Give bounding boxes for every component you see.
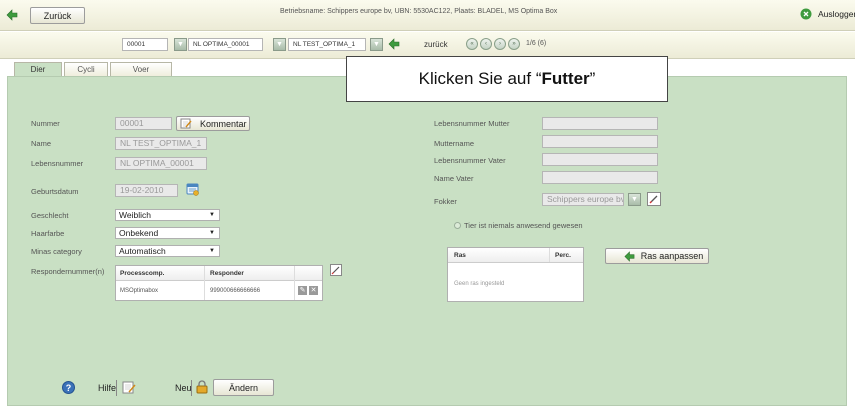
column-divider: [549, 248, 550, 262]
record-counter: 1/6 (6): [526, 40, 547, 47]
table-header-processcomp: Processcomp.: [120, 270, 165, 277]
logout-link[interactable]: Ausloggen: [818, 9, 855, 19]
name-select[interactable]: NL OPTIMA_00001: [188, 38, 263, 51]
chevron-down-icon: ▼: [209, 212, 215, 218]
haarfarbe-label: Haarfarbe: [31, 229, 65, 238]
chevron-down-icon: ▼: [209, 230, 215, 236]
edit-row-icon[interactable]: ✎: [298, 286, 307, 295]
column-divider: [294, 266, 295, 300]
instruction-callout: Klicken Sie auf “Futter”: [346, 56, 668, 102]
lebensnummer-label: Lebensnummer: [31, 159, 84, 168]
back-button-label: Zurück: [43, 10, 72, 21]
table-cell-processcomp: MSOptimabox: [120, 288, 159, 294]
lebensnummer-mutter-field[interactable]: [542, 117, 658, 130]
name-vater-label: Name Vater: [434, 174, 474, 183]
lebensnummer-vater-label: Lebensnummer Vater: [434, 156, 506, 165]
kommentar-notepad-icon: [180, 118, 192, 129]
company-info: Betriebsname: Schippers europe bv, UBN: …: [280, 8, 558, 15]
fokker-label: Fokker: [434, 197, 457, 206]
tab-voer[interactable]: Voer: [110, 62, 172, 76]
minas-category-dropdown[interactable]: Automatisch ▼: [115, 245, 220, 257]
nav-back-link[interactable]: zurück: [424, 40, 448, 49]
neu-button[interactable]: Neu: [175, 383, 192, 393]
table-cell-responder: 999000666666666: [210, 288, 261, 294]
chevron-down-icon: ▼: [209, 248, 215, 254]
name2-select-dropdown-icon[interactable]: ▼: [370, 38, 383, 51]
geschlecht-dropdown[interactable]: Weiblich ▼: [115, 209, 220, 221]
name-field[interactable]: NL TEST_OPTIMA_1: [115, 137, 207, 150]
geschlecht-value: Weiblich: [119, 210, 151, 220]
kommentar-label: Kommentar: [200, 118, 247, 129]
callout-prefix: Klicken Sie auf “: [418, 69, 542, 88]
svg-text:?: ?: [66, 383, 72, 393]
add-responder-icon[interactable]: [330, 264, 342, 276]
nav-back-arrow-icon[interactable]: [388, 38, 400, 50]
first-record-icon[interactable]: «: [466, 38, 478, 50]
button-divider: [116, 380, 117, 396]
fokker-dropdown-icon[interactable]: ▼: [628, 193, 641, 206]
edit-lock-icon[interactable]: [195, 380, 209, 394]
hilfe-button[interactable]: Hilfe: [98, 383, 116, 393]
back-arrow-icon[interactable]: [6, 9, 18, 21]
next-record-icon[interactable]: ›: [494, 38, 506, 50]
new-notepad-icon[interactable]: [122, 381, 136, 394]
back-button[interactable]: Zurück: [30, 7, 85, 24]
responder-table: Processcomp. Responder MSOptimabox 99900…: [115, 265, 323, 301]
geburtsdatum-label: Geburtsdatum: [31, 187, 79, 196]
table-header-responder: Responder: [210, 270, 244, 277]
name-select-dropdown-icon[interactable]: ▼: [273, 38, 286, 51]
minas-category-value: Automatisch: [119, 246, 166, 256]
haarfarbe-value: Onbekend: [119, 228, 159, 238]
andern-button[interactable]: Ändern: [213, 379, 274, 396]
lebensnummer-field[interactable]: NL OPTIMA_00001: [115, 157, 207, 170]
callout-bold: Futter: [541, 69, 590, 88]
name-vater-field[interactable]: [542, 171, 658, 184]
ras-empty-message: Geen ras ingesteld: [454, 281, 505, 287]
delete-row-icon[interactable]: ✕: [309, 286, 318, 295]
ras-aanpassen-button[interactable]: Ras aanpassen: [605, 248, 709, 264]
lebensnummer-mutter-label: Lebensnummer Mutter: [434, 119, 510, 128]
nie-anwesend-checkbox[interactable]: [454, 222, 461, 229]
fokker-edit-icon[interactable]: [647, 192, 661, 206]
top-bar: [0, 0, 855, 31]
callout-suffix: ”: [589, 69, 596, 88]
minas-category-label: Minas category: [31, 247, 82, 256]
nummer-field[interactable]: 00001: [115, 117, 172, 130]
haarfarbe-dropdown[interactable]: Onbekend ▼: [115, 227, 220, 239]
ras-aanpassen-label: Ras aanpassen: [640, 251, 704, 261]
nummer-label: Nummer: [31, 119, 60, 128]
button-divider: [191, 380, 192, 396]
muttername-label: Muttername: [434, 139, 475, 148]
lebensnummer-vater-field[interactable]: [542, 153, 658, 166]
logout-icon[interactable]: [800, 8, 812, 20]
number-select-dropdown-icon[interactable]: ▼: [174, 38, 187, 51]
previous-record-icon[interactable]: ‹: [480, 38, 492, 50]
name-label: Name: [31, 139, 52, 148]
tab-cycli[interactable]: Cycli: [64, 62, 108, 76]
table-header-perc: Perc.: [555, 252, 571, 259]
table-header-ras: Ras: [454, 252, 466, 259]
calendar-icon[interactable]: [186, 182, 200, 196]
name2-select[interactable]: NL TEST_OPTIMA_1: [288, 38, 366, 51]
fokker-field[interactable]: Schippers europe bv: [542, 193, 624, 206]
last-record-icon[interactable]: »: [508, 38, 520, 50]
kommentar-button[interactable]: Kommentar: [176, 116, 250, 131]
muttername-field[interactable]: [542, 135, 658, 148]
andern-label: Ändern: [228, 382, 259, 393]
ras-arrow-icon: [624, 251, 635, 262]
nie-anwesend-label: Tier ist niemals anwesend gewesen: [464, 221, 583, 230]
geburtsdatum-field[interactable]: 19-02-2010: [115, 184, 178, 197]
column-divider: [204, 266, 205, 300]
ras-table: Ras Perc. Geen ras ingesteld: [447, 247, 584, 302]
help-icon[interactable]: ?: [62, 381, 75, 394]
geschlecht-label: Geschlecht: [31, 211, 69, 220]
number-select[interactable]: 00001: [122, 38, 168, 51]
respondernummer-label: Respondernummer(n): [31, 267, 105, 276]
